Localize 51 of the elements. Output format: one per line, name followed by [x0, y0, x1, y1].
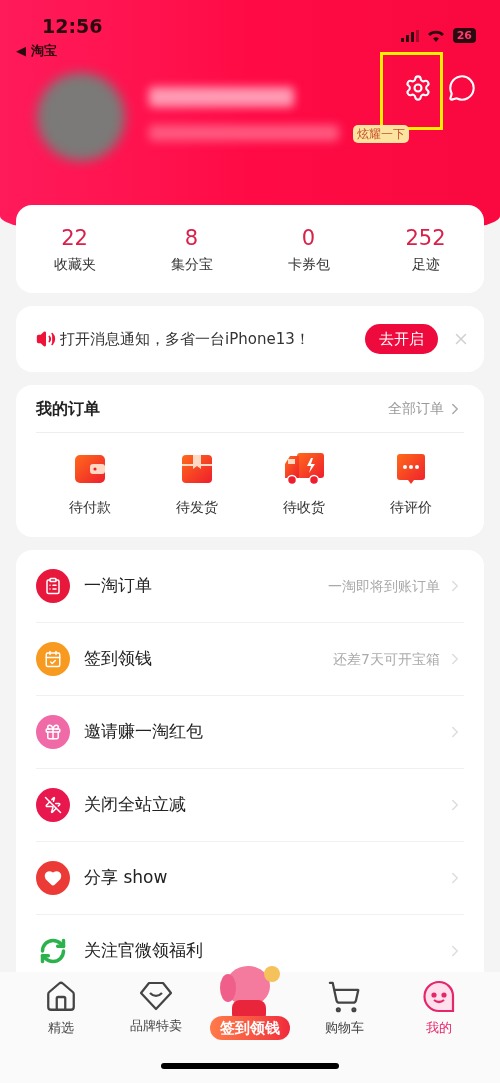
battery-indicator: 26 — [452, 28, 476, 43]
menu-hint: 还差7天可开宝箱 — [333, 649, 440, 669]
tab-item[interactable]: 精选 — [14, 980, 109, 1040]
stat-count: 252 — [405, 225, 446, 251]
menu-row[interactable]: 邀请赚一淘红包 — [36, 696, 464, 769]
back-to-app-link[interactable]: ◀ 淘宝 — [12, 43, 488, 59]
messages-button[interactable] — [446, 72, 478, 104]
cart-icon — [327, 980, 362, 1014]
clock-time: 12:56 — [41, 14, 103, 40]
menu-label: 签到领钱 — [84, 647, 153, 671]
wallet-icon — [73, 453, 106, 485]
order-status-button[interactable]: 待评价 — [357, 451, 464, 518]
order-status-button[interactable]: 待发货 — [143, 451, 250, 518]
gift-icon — [36, 715, 70, 749]
clipboard-icon — [36, 569, 70, 603]
stat-label[interactable]: 集分宝 — [170, 255, 213, 273]
menu-row[interactable]: 分享 show — [36, 842, 464, 915]
menu-row[interactable]: 一淘订单 一淘即将到账订单 — [36, 550, 464, 623]
stat-count: 22 — [61, 225, 88, 251]
diamond-icon — [138, 980, 173, 1012]
lightning-off-icon — [36, 788, 70, 822]
stat-count: 0 — [301, 225, 316, 251]
parcel-icon — [180, 453, 213, 485]
stat-label[interactable]: 足迹 — [411, 255, 440, 273]
truck-icon — [282, 452, 325, 486]
show-off-badge[interactable]: 炫耀一下 — [353, 125, 409, 143]
order-status-button[interactable]: 待收货 — [250, 451, 357, 518]
tab-item[interactable]: 我的 — [391, 980, 487, 1040]
speaker-icon — [36, 329, 56, 349]
wifi-icon — [426, 29, 445, 42]
signal-icon — [400, 29, 419, 42]
menu-label: 关闭全站立减 — [84, 793, 187, 817]
stat-label[interactable]: 卡券包 — [287, 255, 330, 273]
tab-item[interactable]: 品牌特卖 — [108, 980, 203, 1040]
menu-label: 邀请赚一淘红包 — [84, 720, 204, 744]
menu-hint: 一淘即将到账订单 — [328, 576, 440, 596]
stat-label[interactable]: 收藏夹 — [53, 255, 96, 273]
enable-button[interactable]: 去开启 — [365, 324, 438, 354]
menu-row[interactable]: 关闭全站立减 — [36, 769, 464, 842]
menu-label: 分享 show — [84, 866, 169, 890]
chat-bubble-icon — [395, 453, 426, 485]
stat-count: 8 — [184, 225, 199, 251]
orders-title: 我的订单 — [36, 397, 100, 420]
menu-row[interactable]: 签到领钱 还差7天可开宝箱 — [36, 623, 464, 696]
order-status-button[interactable]: 待付款 — [36, 451, 143, 518]
menu-label: 一淘订单 — [84, 574, 153, 598]
smiley-bubble-icon — [421, 980, 456, 1014]
calendar-check-icon — [36, 642, 70, 676]
tab-item[interactable]: 购物车 — [297, 980, 392, 1040]
menu-label: 关注官微领福利 — [84, 939, 204, 963]
notification-text: 打开消息通知，多省一台iPhone13！ — [60, 328, 311, 350]
